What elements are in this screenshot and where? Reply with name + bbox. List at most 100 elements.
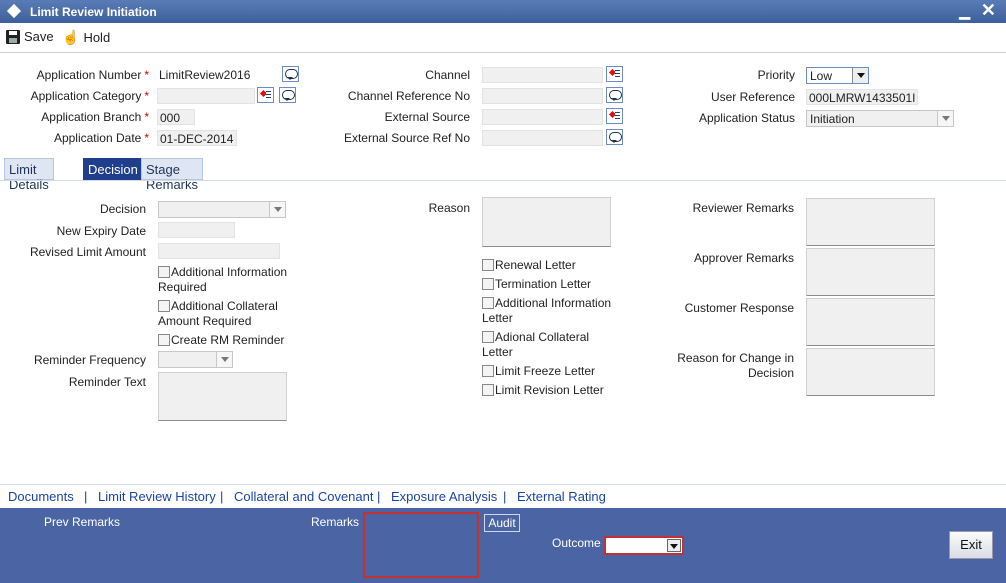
application-status-value: Initiation — [810, 112, 855, 126]
reminder-text-label: Reminder Text — [68, 375, 146, 389]
channel-label: Channel — [425, 68, 470, 82]
chevron-down-icon — [667, 539, 681, 552]
application-date-field[interactable]: 01-DEC-2014 — [157, 130, 237, 146]
speech-bubble-icon[interactable] — [282, 66, 299, 82]
tab-limit-details[interactable]: Limit Details — [4, 158, 54, 192]
additional-information-letter-checkbox[interactable]: Additional Information Letter — [482, 296, 611, 326]
toolbar: Save ☝ Hold — [0, 23, 1006, 53]
limit-freeze-letter-checkbox[interactable]: Limit Freeze Letter — [482, 364, 595, 379]
exit-button[interactable]: Exit — [949, 531, 993, 559]
subsystem-link-bar: Documents | Limit Review History | Colla… — [0, 484, 1006, 508]
reviewer-remarks-area[interactable] — [806, 198, 935, 246]
checkbox-box[interactable] — [482, 365, 494, 377]
new-expiry-date-label: New Expiry Date — [56, 224, 146, 238]
chevron-down-icon — [269, 202, 285, 217]
link-separator: | — [377, 489, 381, 504]
priority-label: Priority — [757, 68, 795, 82]
window-title: Limit Review Initiation — [30, 5, 157, 19]
revised-limit-amount-field[interactable] — [158, 243, 280, 259]
minimize-icon[interactable]: ▁ — [959, 3, 970, 20]
limit-revision-letter-checkbox[interactable]: Limit Revision Letter — [482, 383, 604, 398]
adional-collateral-letter-checkbox[interactable]: Adional Collateral Letter — [482, 330, 589, 360]
checkbox-box[interactable] — [158, 266, 170, 278]
required-mark: * — [144, 68, 149, 82]
renewal-letter-checkbox[interactable]: Renewal Letter — [482, 258, 576, 273]
checkbox-box[interactable] — [482, 384, 494, 396]
chevron-down-icon — [216, 352, 232, 367]
reminder-frequency-select[interactable] — [158, 351, 233, 368]
application-category-field[interactable] — [157, 88, 255, 104]
link-separator: | — [503, 489, 507, 504]
application-branch-label: Application Branch * — [41, 110, 149, 124]
application-status-select[interactable]: Initiation — [806, 110, 954, 127]
hand-icon: ☝ — [62, 29, 80, 45]
hold-button[interactable]: ☝ Hold — [62, 29, 110, 46]
channel-reference-field[interactable] — [482, 88, 603, 104]
priority-select[interactable]: Low — [806, 67, 869, 84]
revised-limit-amount-label: Revised Limit Amount — [29, 245, 146, 259]
link-external-rating[interactable]: External Rating — [517, 489, 606, 504]
external-source-field[interactable] — [482, 109, 603, 125]
external-source-label: External Source — [384, 110, 470, 124]
link-separator: | — [84, 489, 88, 504]
link-documents[interactable]: Documents — [8, 489, 74, 504]
checkbox-box[interactable] — [158, 334, 170, 346]
remarks-text-area[interactable] — [363, 512, 479, 578]
reason-text-area[interactable] — [482, 197, 611, 247]
application-number-label: Application Number * — [36, 68, 149, 82]
speech-bubble-icon[interactable] — [279, 87, 296, 103]
customer-response-area[interactable] — [806, 298, 935, 346]
link-limit-review-history[interactable]: Limit Review History — [98, 489, 216, 504]
link-exposure-analysis[interactable]: Exposure Analysis — [391, 489, 497, 504]
save-icon — [6, 29, 20, 44]
chevron-down-icon — [852, 68, 868, 83]
external-source-ref-label: External Source Ref No — [343, 131, 470, 145]
reminder-frequency-label: Reminder Frequency — [33, 353, 146, 367]
lov-list-icon[interactable] — [257, 87, 274, 103]
approver-remarks-area[interactable] — [806, 248, 935, 296]
reminder-text-area[interactable] — [158, 372, 287, 421]
application-date-label: Application Date * — [53, 131, 149, 145]
checkbox-box[interactable] — [482, 297, 494, 309]
checkbox-box[interactable] — [482, 259, 494, 271]
window-titlebar: Limit Review Initiation ▁ ✕ — [0, 0, 1006, 23]
application-number-field[interactable]: LimitReview2016 — [157, 67, 281, 83]
channel-field[interactable] — [482, 67, 603, 83]
speech-bubble-icon[interactable] — [606, 129, 623, 145]
lov-list-icon[interactable] — [606, 108, 623, 124]
app-diamond-icon — [6, 3, 22, 19]
application-category-label: Application Category * — [30, 89, 149, 103]
lov-list-icon[interactable] — [606, 66, 623, 82]
reason-change-decision-area[interactable] — [806, 348, 935, 396]
application-branch-field[interactable]: 000 — [157, 109, 195, 125]
footer-panel: Prev Remarks Remarks Audit Outcome Exit — [0, 508, 1006, 583]
channel-reference-label: Channel Reference No — [347, 89, 470, 103]
checkbox-box[interactable] — [158, 300, 170, 312]
reviewer-remarks-label: Reviewer Remarks — [692, 201, 794, 215]
reason-change-decision-label: Reason for Change in Decision — [677, 351, 794, 380]
additional-info-required-checkbox[interactable]: Additional Information Required — [158, 265, 287, 295]
close-icon[interactable]: ✕ — [981, 0, 996, 21]
outcome-select[interactable] — [604, 536, 684, 555]
remarks-label: Remarks — [311, 515, 360, 529]
tab-stage-remarks[interactable]: Stage Remarks — [141, 158, 203, 192]
termination-letter-checkbox[interactable]: Termination Letter — [482, 277, 591, 292]
external-source-ref-field[interactable] — [482, 130, 603, 146]
save-label: Save — [24, 29, 54, 44]
speech-bubble-icon[interactable] — [606, 87, 623, 103]
tab-decision[interactable]: Decision — [83, 158, 143, 180]
additional-collateral-amount-checkbox[interactable]: Additional Collateral Amount Required — [158, 299, 278, 329]
decision-select[interactable] — [158, 201, 286, 218]
audit-button[interactable]: Audit — [484, 514, 520, 532]
checkbox-box[interactable] — [482, 278, 494, 290]
reason-label: Reason — [428, 201, 470, 215]
save-button[interactable]: Save — [6, 29, 54, 44]
priority-value: Low — [810, 69, 833, 83]
link-separator: | — [220, 489, 224, 504]
new-expiry-date-field[interactable] — [158, 222, 235, 238]
user-reference-label: User Reference — [710, 90, 795, 104]
checkbox-box[interactable] — [482, 331, 494, 343]
create-rm-reminder-checkbox[interactable]: Create RM Reminder — [158, 333, 284, 348]
user-reference-field[interactable]: 000LMRW1433501I — [806, 89, 918, 105]
link-collateral-covenant[interactable]: Collateral and Covenant — [234, 489, 373, 504]
